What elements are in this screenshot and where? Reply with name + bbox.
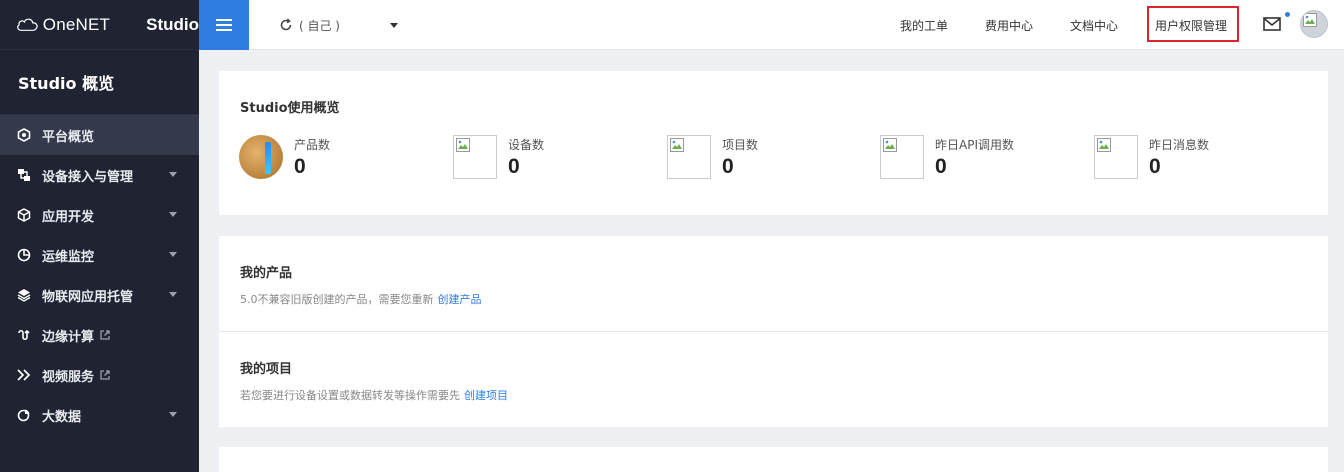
stat-label: 项目数: [722, 138, 759, 152]
pie-chart-icon: [16, 247, 32, 263]
stat-value: 0: [1149, 155, 1161, 178]
sidebar-nav: 平台概览 设备接入与管理 应用开发 运维监控 物联网应用托管 边缘计算 视频服务…: [0, 115, 199, 435]
sidebar: OneNET Studio Studio 概览 平台概览 设备接入与管理 应用开…: [0, 0, 199, 472]
layers-icon: [16, 287, 32, 303]
overview-title: Studio使用概览: [240, 101, 340, 116]
stat-value: 0: [935, 155, 947, 178]
my-products-title: 我的产品: [240, 266, 293, 281]
sidebar-item-bigdata[interactable]: 大数据: [0, 395, 199, 435]
message-count-image: [1094, 135, 1138, 179]
stat-products: 产品数 0: [239, 135, 439, 181]
stat-devices: 设备数 0: [453, 135, 653, 181]
my-projects-text: 若您要进行设备设置或数据转发等操作需要先: [240, 389, 460, 402]
stat-value: 0: [508, 155, 520, 178]
sidebar-item-device[interactable]: 设备接入与管理: [0, 155, 199, 195]
stat-api-calls: 昨日API调用数 0: [880, 135, 1080, 181]
stat-label: 昨日消息数: [1149, 138, 1210, 152]
chevron-down-icon: [169, 412, 177, 417]
external-link-icon: [99, 369, 111, 381]
stat-value: 0: [722, 155, 734, 178]
mail-icon[interactable]: [1263, 17, 1281, 31]
device-icon: [16, 167, 32, 183]
product-name: Studio: [146, 14, 199, 34]
broken-image-icon: [456, 138, 470, 152]
device-count-image: [453, 135, 497, 179]
product-count-icon: [239, 135, 283, 179]
external-link-icon: [99, 329, 111, 341]
sidebar-item-label: 平台概览: [42, 129, 95, 145]
sidebar-item-label: 物联网应用托管: [42, 289, 134, 305]
broken-image-icon: [670, 138, 684, 152]
broken-image-icon: [1097, 138, 1111, 152]
project-count-image: [667, 135, 711, 179]
sidebar-item-video[interactable]: 视频服务: [0, 355, 199, 395]
sidebar-title: Studio 概览: [0, 50, 199, 115]
highlight-box: [1147, 6, 1239, 42]
notification-dot: [1285, 12, 1290, 17]
broken-image-icon: [1303, 13, 1317, 27]
chevron-down-icon: [169, 252, 177, 257]
create-product-link[interactable]: 创建产品: [438, 293, 482, 306]
stat-label: 产品数: [294, 138, 331, 152]
stat-messages: 昨日消息数 0: [1094, 135, 1294, 181]
chevron-down-icon: [169, 172, 177, 177]
my-tickets-link[interactable]: 我的工单: [900, 17, 948, 34]
sidebar-item-edge[interactable]: 边缘计算: [0, 315, 199, 355]
sidebar-item-label: 视频服务: [42, 369, 95, 385]
broken-image-icon: [883, 138, 897, 152]
sidebar-item-label: 应用开发: [42, 209, 95, 225]
overview-icon: [16, 127, 32, 143]
sidebar-item-monitor[interactable]: 运维监控: [0, 235, 199, 275]
chevron-down-icon: [169, 212, 177, 217]
my-products-text: 5.0不兼容旧版创建的产品，需要您重新: [240, 293, 434, 306]
docs-center-link[interactable]: 文档中心: [1070, 17, 1118, 34]
stat-label: 设备数: [508, 138, 545, 152]
sidebar-item-app-dev[interactable]: 应用开发: [0, 195, 199, 235]
avatar[interactable]: [1300, 10, 1328, 38]
chevron-down-icon: [169, 292, 177, 297]
video-icon: [16, 367, 32, 383]
my-projects-title: 我的项目: [240, 362, 293, 377]
logo-text: OneNET: [42, 14, 111, 34]
sidebar-item-label: 边缘计算: [42, 329, 95, 345]
top-links: 我的工单 费用中心 文档中心 用户权限管理: [199, 0, 1344, 50]
sidebar-item-overview[interactable]: 平台概览: [0, 115, 199, 155]
create-project-link[interactable]: 创建项目: [464, 389, 508, 402]
bigdata-icon: [16, 407, 32, 423]
sidebar-item-label: 大数据: [42, 409, 82, 425]
edge-icon: [16, 327, 32, 343]
top-bar: ( 自己 ) 我的工单 费用中心 文档中心 用户权限管理: [199, 0, 1344, 50]
api-count-image: [880, 135, 924, 179]
my-projects-section: 我的项目 若您要进行设备设置或数据转发等操作需要先 创建项目: [219, 331, 1328, 426]
overview-card: Studio使用概览 产品数 0 设备数 0 项目数 0 昨日API调用数 0 …: [219, 71, 1328, 215]
my-products-section: 我的产品 5.0不兼容旧版创建的产品，需要您重新 创建产品: [219, 236, 1328, 331]
stat-value: 0: [294, 155, 306, 178]
my-products-desc: 5.0不兼容旧版创建的产品，需要您重新 创建产品: [240, 291, 482, 307]
products-projects-card: 我的产品 5.0不兼容旧版创建的产品，需要您重新 创建产品 我的项目 若您要进行设…: [219, 236, 1328, 427]
cube-icon: [16, 207, 32, 223]
onenet-logo-icon: [17, 18, 38, 31]
sidebar-item-hosting[interactable]: 物联网应用托管: [0, 275, 199, 315]
stat-label: 昨日API调用数: [935, 138, 1014, 152]
stat-projects: 项目数 0: [667, 135, 867, 181]
sidebar-item-label: 设备接入与管理: [42, 169, 134, 185]
billing-center-link[interactable]: 费用中心: [985, 17, 1033, 34]
next-card: [219, 447, 1328, 472]
sidebar-item-label: 运维监控: [42, 249, 95, 265]
brand-bar: OneNET Studio: [0, 0, 199, 50]
my-projects-desc: 若您要进行设备设置或数据转发等操作需要先 创建项目: [240, 387, 508, 403]
